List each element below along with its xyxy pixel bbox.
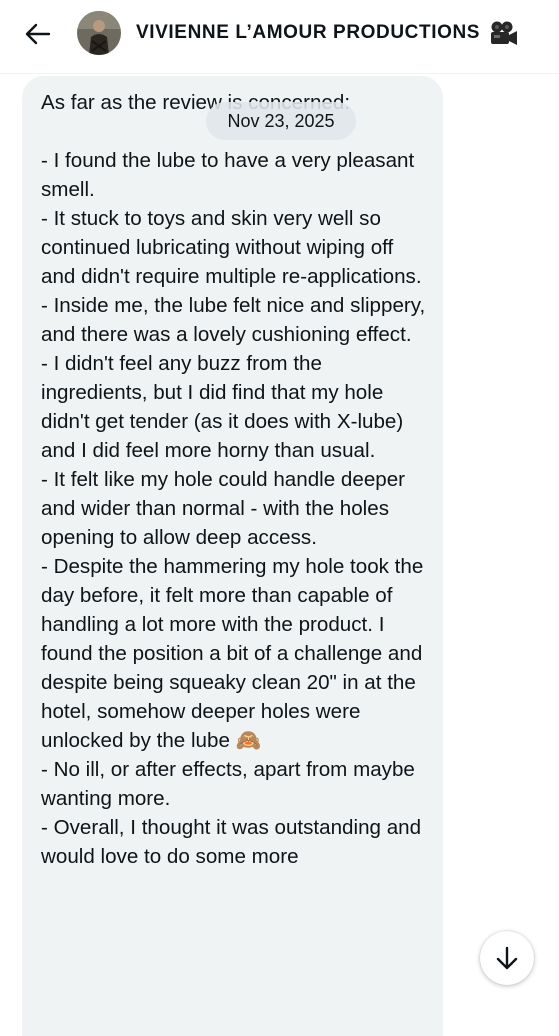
- movie-camera-icon: [491, 21, 517, 45]
- back-button[interactable]: [18, 14, 58, 54]
- date-separator: Nov 23, 2025: [206, 102, 356, 140]
- conversation-header: VIVIENNE L’AMOUR PRODUCTIONS: [0, 0, 559, 74]
- back-arrow-icon: [25, 23, 51, 45]
- arrow-down-icon: [496, 946, 518, 970]
- profile-avatar[interactable]: [77, 11, 121, 55]
- conversation-title[interactable]: VIVIENNE L’AMOUR PRODUCTIONS: [136, 22, 480, 44]
- message-text: As far as the review is concerned: - I f…: [41, 91, 426, 868]
- scroll-to-bottom-button[interactable]: [480, 931, 534, 985]
